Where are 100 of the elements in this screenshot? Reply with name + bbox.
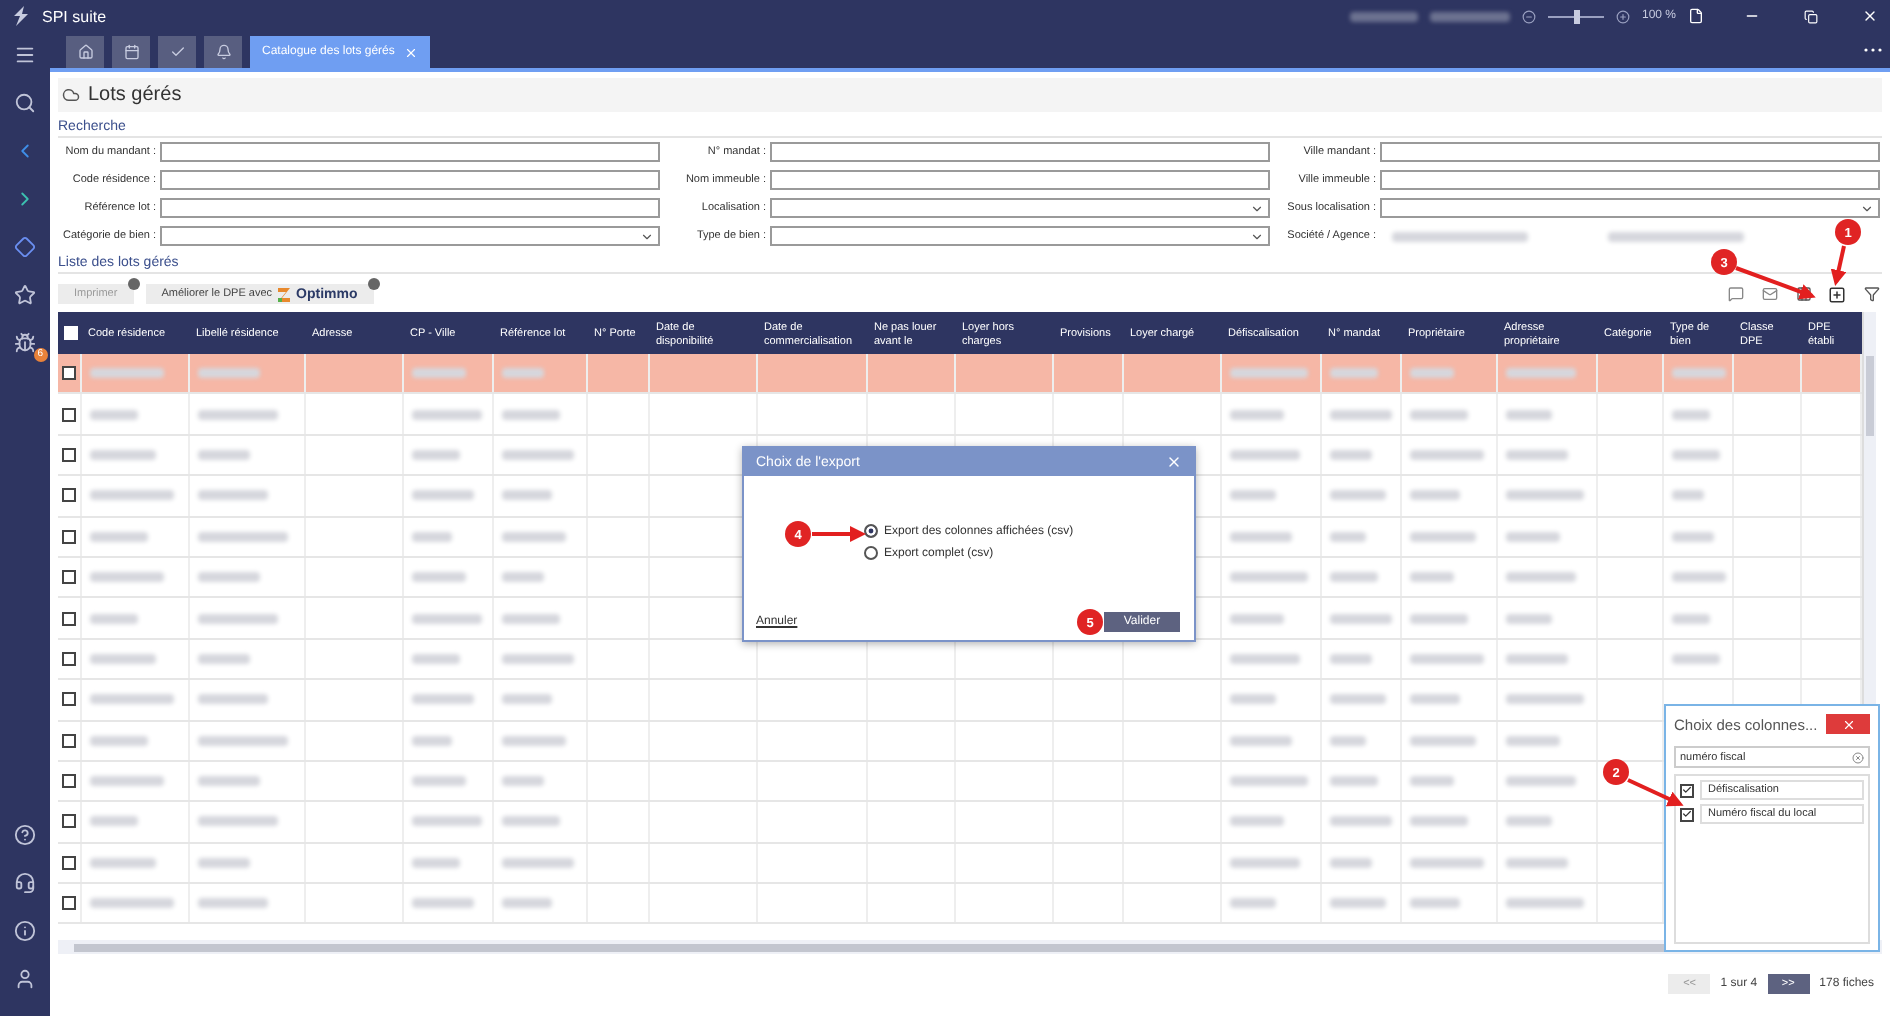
blurred-text <box>1230 653 1300 664</box>
home-icon <box>77 44 93 60</box>
blurred-text <box>1330 490 1386 501</box>
blurred-text <box>1506 694 1584 705</box>
mail-icon[interactable] <box>1761 286 1777 302</box>
row-checkbox[interactable] <box>62 651 76 666</box>
row-checkbox[interactable] <box>62 774 76 789</box>
user-icon[interactable] <box>14 967 36 989</box>
pointer-arrow <box>812 526 866 542</box>
input-field[interactable] <box>160 198 660 218</box>
blurred-text <box>502 572 544 583</box>
star-icon[interactable] <box>14 283 36 305</box>
blurred-text <box>1330 694 1386 705</box>
dropdown-field[interactable] <box>770 226 1270 246</box>
checkbox[interactable] <box>1680 783 1694 797</box>
radio-button[interactable] <box>864 524 878 538</box>
blurred-text <box>502 898 552 909</box>
document-icon[interactable] <box>1688 8 1704 24</box>
select-all-checkbox[interactable] <box>63 326 77 340</box>
row-checkbox[interactable] <box>62 488 76 503</box>
headset-icon[interactable] <box>14 871 36 893</box>
blurred-text <box>502 776 544 787</box>
blurred-text <box>198 613 278 624</box>
info-icon[interactable] <box>14 919 36 941</box>
blurred-text <box>198 694 268 705</box>
clear-icon[interactable] <box>1852 751 1864 763</box>
input-field[interactable] <box>770 142 1270 162</box>
blurred-text <box>1230 857 1300 868</box>
blurred-text <box>1506 572 1576 583</box>
blurred-text <box>90 531 148 542</box>
bug-icon[interactable] <box>14 331 36 353</box>
blurred-text <box>502 449 574 460</box>
row-checkbox[interactable] <box>62 855 76 870</box>
export-icon[interactable] <box>1828 285 1846 303</box>
menu-icon[interactable] <box>14 43 36 65</box>
input-field[interactable] <box>160 142 660 162</box>
dropdown-field[interactable] <box>160 226 660 246</box>
row-checkbox[interactable] <box>62 570 76 585</box>
blurred-text <box>1672 572 1726 583</box>
row-checkbox[interactable] <box>62 611 76 626</box>
blurred-text <box>1230 449 1300 460</box>
row-checkbox[interactable] <box>62 814 76 829</box>
row-checkbox[interactable] <box>62 896 76 911</box>
blurred-text <box>90 409 138 420</box>
blurred-text <box>90 898 174 909</box>
help-icon[interactable] <box>14 823 36 845</box>
tab[interactable] <box>66 36 104 68</box>
blurred-text <box>412 572 466 583</box>
dropdown-field[interactable] <box>1380 198 1880 218</box>
blurred-text <box>1506 449 1568 460</box>
comment-icon[interactable] <box>1727 286 1743 302</box>
blurred-text <box>198 653 250 664</box>
input-field[interactable] <box>160 170 660 190</box>
zoom-thumb[interactable] <box>1573 9 1580 23</box>
blurred-text <box>1330 409 1392 420</box>
blurred-text <box>1230 694 1276 705</box>
horizontal-scrollbar[interactable] <box>58 940 1882 955</box>
tab[interactable] <box>112 36 150 68</box>
blurred-text <box>198 409 278 420</box>
blurred-text <box>1230 409 1284 420</box>
row-checkbox[interactable] <box>62 447 76 462</box>
blurred-text <box>1330 735 1366 746</box>
window-title: SPI suite <box>42 7 107 25</box>
blurred-text <box>502 409 560 420</box>
blurred-text <box>412 857 460 868</box>
diamond-icon[interactable] <box>14 235 36 257</box>
input-field[interactable] <box>770 170 1270 190</box>
help-dot-icon[interactable] <box>367 278 380 290</box>
blurred-text <box>1506 898 1584 909</box>
checkbox[interactable] <box>1680 807 1694 821</box>
search-icon[interactable] <box>14 91 36 113</box>
row-checkbox[interactable] <box>62 407 76 422</box>
blurred-text <box>90 572 164 583</box>
logo-mark-icon <box>278 287 291 301</box>
blurred-text <box>90 449 156 460</box>
blurred-text <box>502 653 574 664</box>
blurred-text <box>412 694 474 705</box>
close-icon[interactable] <box>1862 8 1878 24</box>
blurred-text <box>1506 531 1560 542</box>
blurred-text <box>198 572 260 583</box>
zoom-out-icon[interactable] <box>1521 9 1536 23</box>
blurred-text <box>502 857 574 868</box>
blurred-text <box>502 490 552 501</box>
tab[interactable] <box>204 36 242 68</box>
row-checkbox[interactable] <box>62 692 76 707</box>
blurred-text <box>1506 653 1568 664</box>
row-checkbox[interactable] <box>62 733 76 748</box>
restore-icon[interactable] <box>1804 9 1818 23</box>
filter-icon[interactable] <box>1863 286 1879 302</box>
input-field[interactable] <box>1380 170 1880 190</box>
blurred-text <box>1506 613 1552 624</box>
dropdown-field[interactable] <box>770 198 1270 218</box>
radio-button[interactable] <box>864 546 878 560</box>
input-field[interactable] <box>1380 142 1880 162</box>
blurred-text <box>1330 613 1392 624</box>
row-checkbox[interactable] <box>62 366 76 381</box>
blurred-text <box>412 449 460 460</box>
columns-icon[interactable] <box>1795 286 1811 302</box>
zoom-in-icon[interactable] <box>1615 9 1630 23</box>
row-checkbox[interactable] <box>62 529 76 544</box>
